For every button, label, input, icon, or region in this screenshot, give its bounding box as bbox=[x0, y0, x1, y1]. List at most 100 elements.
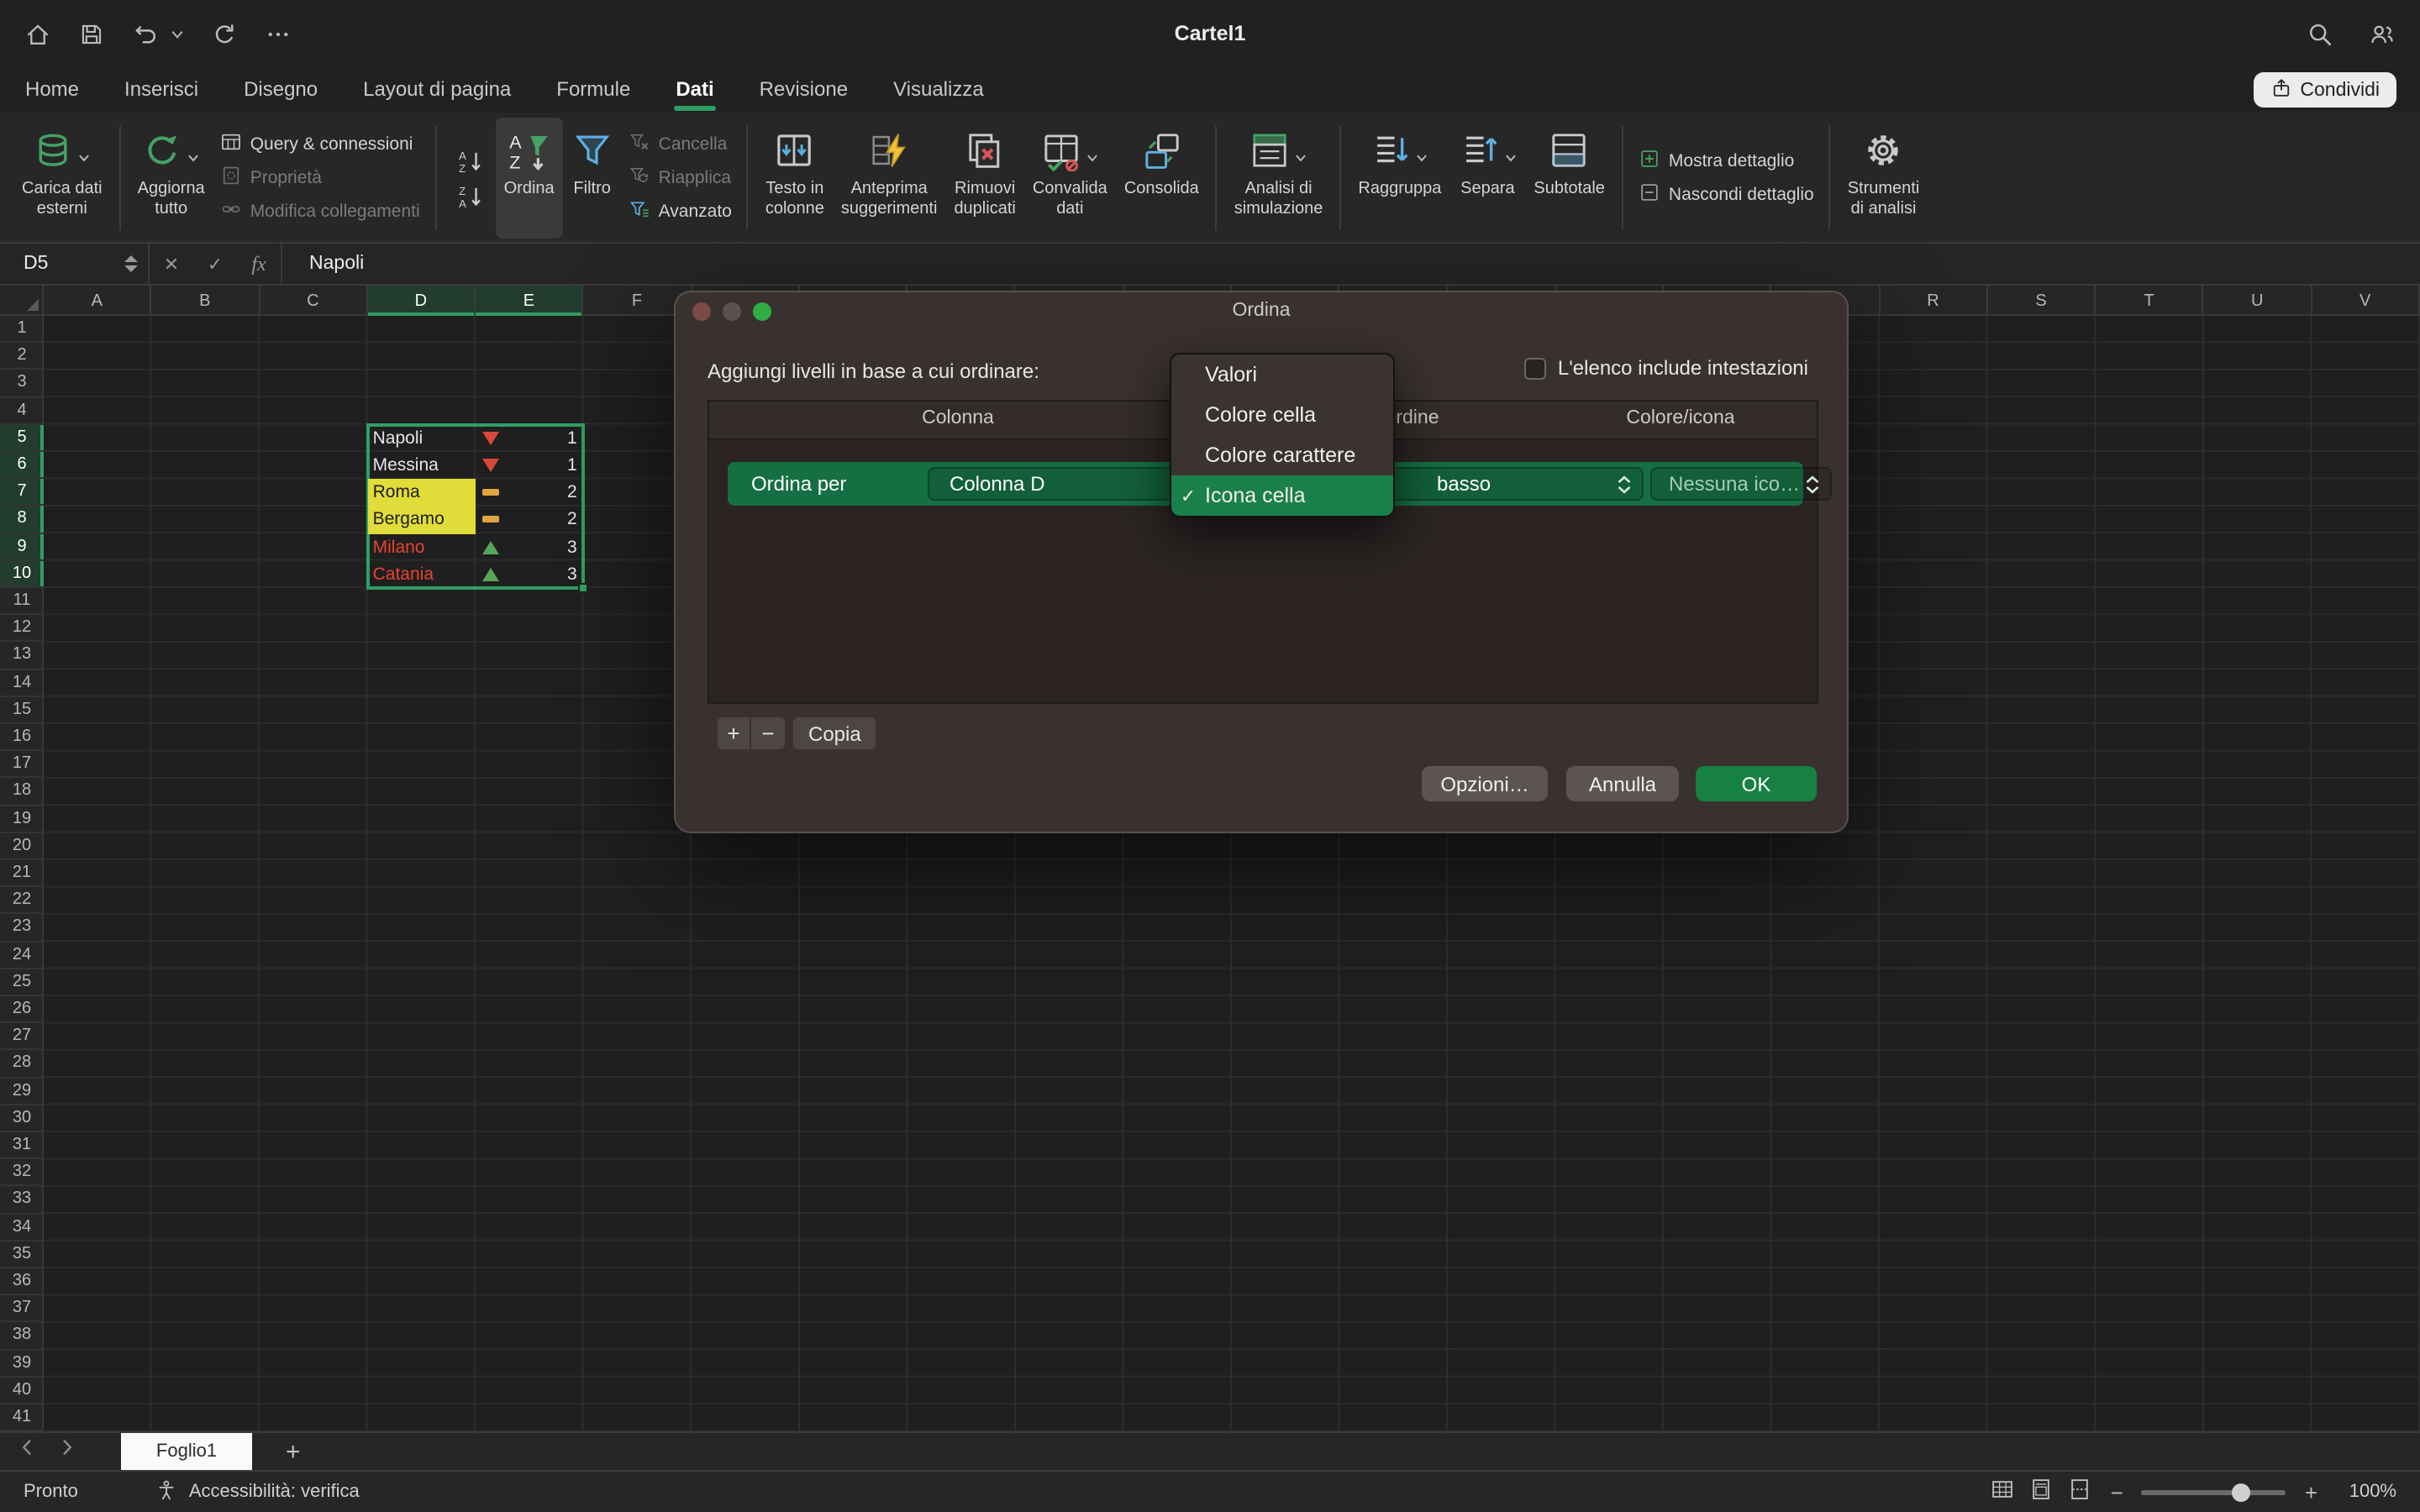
tab-formule[interactable]: Formule bbox=[555, 77, 632, 113]
query-e-connessioni-button[interactable]: Query & connessioni bbox=[220, 131, 420, 158]
row-header-20[interactable]: 20 bbox=[0, 833, 44, 860]
insert-function-button[interactable]: fx bbox=[237, 251, 281, 276]
zoom-in-button[interactable]: + bbox=[2305, 1479, 2317, 1504]
menu-item-colore-carattere[interactable]: Colore carattere bbox=[1171, 435, 1393, 475]
row-header-19[interactable]: 19 bbox=[0, 806, 44, 832]
select-all-corner[interactable] bbox=[0, 286, 44, 316]
row-header-1[interactable]: 1 bbox=[0, 316, 44, 343]
anteprima-suggerimenti-button[interactable]: Anteprimasuggerimenti bbox=[833, 118, 946, 239]
undo-icon[interactable] bbox=[131, 19, 160, 48]
name-box[interactable]: D5 bbox=[0, 244, 148, 284]
row-header-8[interactable]: 8 bbox=[0, 507, 44, 533]
subtotale-button[interactable]: Subtotale bbox=[1525, 118, 1613, 239]
cancel-entry-button[interactable]: ✕ bbox=[150, 253, 193, 275]
cancel-button[interactable]: Annulla bbox=[1566, 766, 1679, 801]
zoom-window-icon[interactable] bbox=[753, 302, 771, 321]
row-header-30[interactable]: 30 bbox=[0, 1105, 44, 1132]
raggruppa-button[interactable]: Raggruppa bbox=[1349, 118, 1449, 239]
row-header-5[interactable]: 5 bbox=[0, 425, 44, 452]
row-header-18[interactable]: 18 bbox=[0, 779, 44, 806]
formula-bar-value[interactable]: Napoli bbox=[309, 254, 364, 274]
cell-E7[interactable]: 2 bbox=[476, 479, 584, 506]
analisi-di-simulazione-button[interactable]: Analisi disimulazione bbox=[1226, 118, 1332, 239]
name-box-stepper[interactable] bbox=[124, 255, 138, 272]
row-header-24[interactable]: 24 bbox=[0, 942, 44, 969]
row-header-4[interactable]: 4 bbox=[0, 397, 44, 424]
row-header-16[interactable]: 16 bbox=[0, 724, 44, 751]
cell-E8[interactable]: 2 bbox=[476, 507, 584, 533]
row-header-35[interactable]: 35 bbox=[0, 1242, 44, 1268]
column-header-D[interactable]: D bbox=[368, 286, 476, 316]
color-icon-dropdown[interactable]: Nessuna ico… bbox=[1650, 467, 1832, 501]
layout-view-icon[interactable] bbox=[2028, 1477, 2054, 1502]
tab-visualizza[interactable]: Visualizza bbox=[892, 77, 986, 113]
remove-level-button[interactable]: − bbox=[751, 716, 786, 751]
cell-E5[interactable]: 1 bbox=[476, 425, 584, 452]
column-header-V[interactable]: V bbox=[2312, 286, 2420, 316]
tab-inserisci[interactable]: Inserisci bbox=[123, 77, 200, 113]
carica-dati-esterni-button[interactable]: Carica datiesterni bbox=[13, 118, 111, 239]
zoom-slider-thumb[interactable] bbox=[2231, 1483, 2249, 1501]
row-header-6[interactable]: 6 bbox=[0, 452, 44, 479]
row-header-7[interactable]: 7 bbox=[0, 479, 44, 506]
row-header-34[interactable]: 34 bbox=[0, 1214, 44, 1241]
row-header-14[interactable]: 14 bbox=[0, 669, 44, 696]
add-sheet-button[interactable]: + bbox=[286, 1437, 301, 1466]
zoom-slider[interactable] bbox=[2142, 1489, 2286, 1494]
column-header-S[interactable]: S bbox=[1988, 286, 2096, 316]
column-header-T[interactable]: T bbox=[2096, 286, 2204, 316]
row-header-26[interactable]: 26 bbox=[0, 996, 44, 1023]
cell-D9[interactable]: Milano bbox=[368, 533, 476, 560]
cell-D6[interactable]: Messina bbox=[368, 452, 476, 479]
row-header-23[interactable]: 23 bbox=[0, 915, 44, 942]
row-header-33[interactable]: 33 bbox=[0, 1187, 44, 1214]
cell-E6[interactable]: 1 bbox=[476, 452, 584, 479]
row-header-22[interactable]: 22 bbox=[0, 887, 44, 914]
next-sheet-icon[interactable] bbox=[55, 1436, 77, 1467]
rimuovi-duplicati-button[interactable]: Rimuoviduplicati bbox=[945, 118, 1023, 239]
chevron-down-icon[interactable] bbox=[170, 26, 185, 41]
row-header-9[interactable]: 9 bbox=[0, 533, 44, 560]
more-icon[interactable] bbox=[264, 19, 292, 48]
zoom-out-button[interactable]: − bbox=[2111, 1479, 2123, 1504]
row-header-29[interactable]: 29 bbox=[0, 1078, 44, 1105]
row-header-11[interactable]: 11 bbox=[0, 588, 44, 615]
grid-view-icon[interactable] bbox=[1990, 1477, 2015, 1502]
sort-asc-button[interactable]: AZ bbox=[450, 145, 491, 176]
row-header-40[interactable]: 40 bbox=[0, 1378, 44, 1404]
tab-revisione[interactable]: Revisione bbox=[758, 77, 850, 113]
row-header-38[interactable]: 38 bbox=[0, 1323, 44, 1350]
tab-dati[interactable]: Dati bbox=[674, 77, 715, 113]
cell-D5[interactable]: Napoli bbox=[368, 425, 476, 452]
headers-checkbox[interactable] bbox=[1524, 357, 1546, 379]
row-header-28[interactable]: 28 bbox=[0, 1051, 44, 1078]
column-header-A[interactable]: A bbox=[44, 286, 152, 316]
copy-level-button[interactable]: Copia bbox=[792, 716, 878, 751]
close-window-icon[interactable] bbox=[692, 302, 711, 321]
testo-in-colonne-button[interactable]: Testo incolonne bbox=[757, 118, 833, 239]
avanzato-button[interactable]: Avanzato bbox=[629, 198, 732, 225]
tab-layout-di-pagina[interactable]: Layout di pagina bbox=[361, 77, 513, 113]
accessibility-status[interactable]: Accessibilità: verifica bbox=[155, 1478, 360, 1506]
row-header-21[interactable]: 21 bbox=[0, 860, 44, 887]
aggiorna-tutto-button[interactable]: Aggiornatutto bbox=[129, 118, 213, 239]
row-header-27[interactable]: 27 bbox=[0, 1023, 44, 1050]
row-header-36[interactable]: 36 bbox=[0, 1268, 44, 1295]
ordina-button[interactable]: AZOrdina bbox=[496, 118, 563, 239]
mostra-dettaglio-button[interactable]: Mostra dettaglio bbox=[1639, 148, 1814, 175]
home-icon[interactable] bbox=[24, 19, 52, 48]
save-icon[interactable] bbox=[77, 19, 106, 48]
ok-button[interactable]: OK bbox=[1696, 766, 1817, 801]
share-button[interactable]: Condividi bbox=[2253, 72, 2396, 108]
row-header-25[interactable]: 25 bbox=[0, 969, 44, 996]
search-icon[interactable] bbox=[2306, 19, 2334, 48]
convalida-dati-button[interactable]: Convalidadati bbox=[1024, 118, 1116, 239]
cell-E10[interactable]: 3 bbox=[476, 561, 584, 588]
cell-D10[interactable]: Catania bbox=[368, 561, 476, 588]
sort-desc-button[interactable]: ZA bbox=[450, 181, 491, 211]
column-header-U[interactable]: U bbox=[2204, 286, 2312, 316]
redo-icon[interactable] bbox=[210, 19, 239, 48]
column-header-R[interactable]: R bbox=[1880, 286, 1988, 316]
options-button[interactable]: Opzioni… bbox=[1422, 766, 1548, 801]
filtro-button[interactable]: Filtro bbox=[563, 118, 622, 239]
